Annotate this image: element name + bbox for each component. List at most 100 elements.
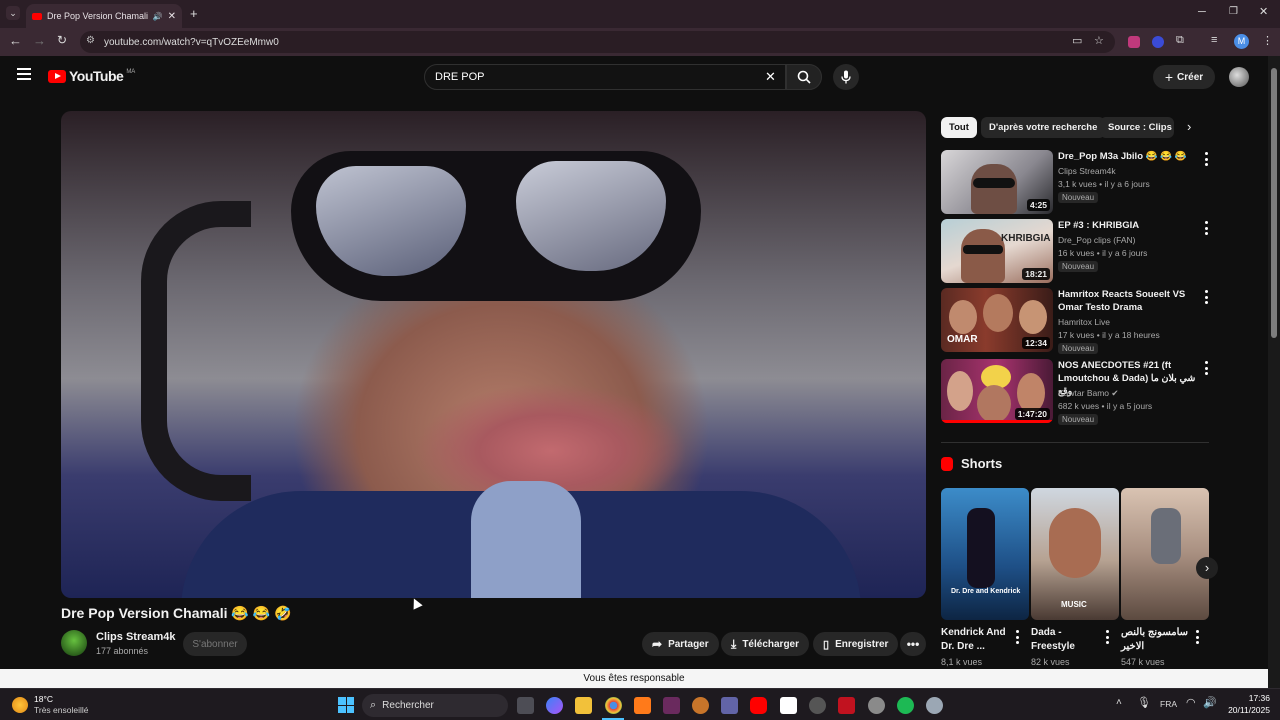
search-button[interactable] xyxy=(786,64,822,90)
download-button[interactable]: ⤓ Télécharger xyxy=(721,632,810,656)
bookmark-star-icon[interactable]: ☆ xyxy=(1094,34,1104,47)
app-icon[interactable] xyxy=(868,697,885,714)
video-thumbnail[interactable]: OMAR 12:34 xyxy=(941,288,1053,352)
forward-icon[interactable]: → xyxy=(33,33,46,48)
spotify-icon[interactable] xyxy=(897,697,914,714)
channel-name[interactable]: Clips Stream4k xyxy=(96,631,175,643)
more-actions-button[interactable]: ••• xyxy=(900,632,926,656)
clock-date[interactable]: 20/11/2025 xyxy=(1220,705,1270,715)
save-button[interactable]: ▯ Enregistrer xyxy=(813,632,899,656)
browser-menu-icon[interactable]: ⋮ xyxy=(1262,34,1273,47)
chip-source[interactable]: Source : Clips S xyxy=(1100,117,1174,138)
app-icon[interactable] xyxy=(634,697,651,714)
create-button[interactable]: + Créer xyxy=(1153,65,1215,89)
copilot-icon[interactable] xyxy=(546,697,563,714)
microphone-tray-icon[interactable]: 🎙 xyxy=(1137,696,1151,709)
wifi-icon[interactable]: ◠ xyxy=(1186,696,1196,709)
menu-hamburger-icon[interactable] xyxy=(17,68,31,80)
volume-icon[interactable]: 🔊 xyxy=(1203,696,1217,709)
video-duration: 12:34 xyxy=(1022,337,1050,349)
recommendation-item[interactable]: KHRIBGIA 18:21 EP #3 : KHRIBGIA Dre_Pop … xyxy=(941,219,1211,283)
extensions-puzzle-icon[interactable]: ⧉ xyxy=(1176,34,1184,47)
extension-icon[interactable] xyxy=(1128,36,1140,48)
share-label: Partager xyxy=(668,638,709,650)
more-vertical-icon[interactable] xyxy=(1202,221,1210,235)
subscribe-button[interactable]: S'abonner xyxy=(183,632,247,656)
chevron-up-icon[interactable]: ˄ xyxy=(1116,697,1122,708)
url-text: youtube.com/watch?v=qTvOZEeMmw0 xyxy=(104,36,279,48)
tab-list-button[interactable]: ⌄ xyxy=(6,6,20,20)
scrollbar-thumb[interactable] xyxy=(1271,68,1277,338)
video-thumbnail[interactable]: 4:25 xyxy=(941,150,1053,214)
download-icon: ⤓ xyxy=(731,636,737,651)
settings-gear-icon[interactable] xyxy=(926,697,943,714)
media-controls-icon[interactable]: ≡ xyxy=(1211,34,1217,46)
more-vertical-icon[interactable] xyxy=(1202,361,1210,375)
windows-start-icon[interactable] xyxy=(338,697,354,713)
more-vertical-icon[interactable] xyxy=(1202,152,1210,166)
short-thumbnail[interactable] xyxy=(1121,488,1209,620)
short-thumbnail[interactable]: MUSIC xyxy=(1031,488,1119,620)
task-view-icon[interactable] xyxy=(517,697,534,714)
speaker-icon[interactable]: 🔊 xyxy=(153,12,163,21)
recommendation-item[interactable]: 1:47:20 NOS ANECDOTES #21 (ft Lmoutchou … xyxy=(941,359,1211,425)
app-icon[interactable] xyxy=(663,697,680,714)
youtube-app-icon[interactable] xyxy=(750,697,767,714)
search-input[interactable]: DRE POP ✕ xyxy=(424,64,786,90)
clear-search-icon[interactable]: ✕ xyxy=(765,69,776,85)
weather-temp[interactable]: 18°C xyxy=(34,694,53,704)
chip-all[interactable]: Tout xyxy=(941,117,977,138)
browser-tab-active[interactable]: Dre Pop Version Chamali 😂 😂 🤣 🔊 ✕ xyxy=(26,4,182,28)
account-avatar[interactable] xyxy=(1229,67,1249,87)
video-thumbnail[interactable]: KHRIBGIA 18:21 xyxy=(941,219,1053,283)
share-button[interactable]: ➦ Partager xyxy=(642,632,719,656)
chevron-right-icon[interactable]: › xyxy=(1187,119,1191,134)
youtube-logo[interactable]: YouTube MA xyxy=(48,68,135,84)
app-icon[interactable] xyxy=(780,697,797,714)
weather-sun-icon[interactable] xyxy=(12,697,28,713)
reload-icon[interactable]: ↻ xyxy=(57,33,67,47)
close-window-icon[interactable]: ✕ xyxy=(1259,5,1268,18)
video-player[interactable] xyxy=(61,111,926,598)
taskbar-search[interactable]: ⌕ Rechercher xyxy=(362,694,508,717)
clock-time[interactable]: 17:36 xyxy=(1224,693,1270,703)
microphone-icon xyxy=(841,70,851,84)
app-icon[interactable] xyxy=(838,697,855,714)
back-icon[interactable]: ← xyxy=(9,33,22,48)
video-title: Dre Pop Version Chamali 😂 😂 🤣 xyxy=(61,605,292,621)
site-info-icon[interactable]: ⚙ xyxy=(86,35,95,46)
more-vertical-icon[interactable] xyxy=(1202,290,1210,304)
url-field[interactable]: ⚙ youtube.com/watch?v=qTvOZEeMmw0 ▭ ☆ xyxy=(80,31,1115,53)
shorts-next-button[interactable]: › xyxy=(1196,557,1218,579)
app-icon[interactable] xyxy=(692,697,709,714)
chrome-icon[interactable] xyxy=(605,697,622,714)
shorts-title: Shorts xyxy=(961,456,1003,471)
teams-icon[interactable] xyxy=(721,697,738,714)
windows-taskbar: 18°C Très ensoleillé ⌕ Rechercher ˄ 🎙 FR… xyxy=(0,688,1280,720)
new-badge: Nouveau xyxy=(1058,192,1099,203)
download-label: Télécharger xyxy=(742,638,800,650)
channel-avatar[interactable] xyxy=(61,630,87,656)
app-icon[interactable] xyxy=(809,697,826,714)
weather-desc[interactable]: Très ensoleillé xyxy=(34,705,89,715)
close-tab-icon[interactable]: ✕ xyxy=(168,11,176,22)
extension-vpn-icon[interactable] xyxy=(1152,36,1164,48)
recommendation-item[interactable]: 4:25 Dre_Pop M3a Jbilo 😂 😂 😂 Clips Strea… xyxy=(941,150,1211,214)
short-thumbnail[interactable]: Dr. Dre and Kendrick xyxy=(941,488,1029,620)
recommendation-item[interactable]: OMAR 12:34 Hamritox Reacts Soueelt VS Om… xyxy=(941,288,1211,354)
short-title: Kendrick And Dr. Dre ... xyxy=(941,627,1006,652)
video-thumbnail[interactable]: 1:47:20 xyxy=(941,359,1053,423)
country-code: MA xyxy=(126,69,136,75)
minimize-icon[interactable]: ─ xyxy=(1198,6,1206,18)
search-icon: ⌕ xyxy=(370,699,377,711)
chip-related-search[interactable]: D'après votre recherche xyxy=(981,117,1106,138)
restore-icon[interactable]: ❐ xyxy=(1229,6,1238,17)
file-explorer-icon[interactable] xyxy=(575,697,592,714)
video-duration: 18:21 xyxy=(1022,268,1050,280)
cast-icon[interactable]: ▭ xyxy=(1072,34,1082,47)
voice-search-button[interactable] xyxy=(833,64,859,90)
page-scrollbar[interactable] xyxy=(1268,56,1280,688)
language-indicator[interactable]: FRA xyxy=(1160,699,1177,709)
profile-avatar[interactable]: M xyxy=(1234,34,1249,49)
new-tab-icon[interactable]: + xyxy=(190,6,198,21)
